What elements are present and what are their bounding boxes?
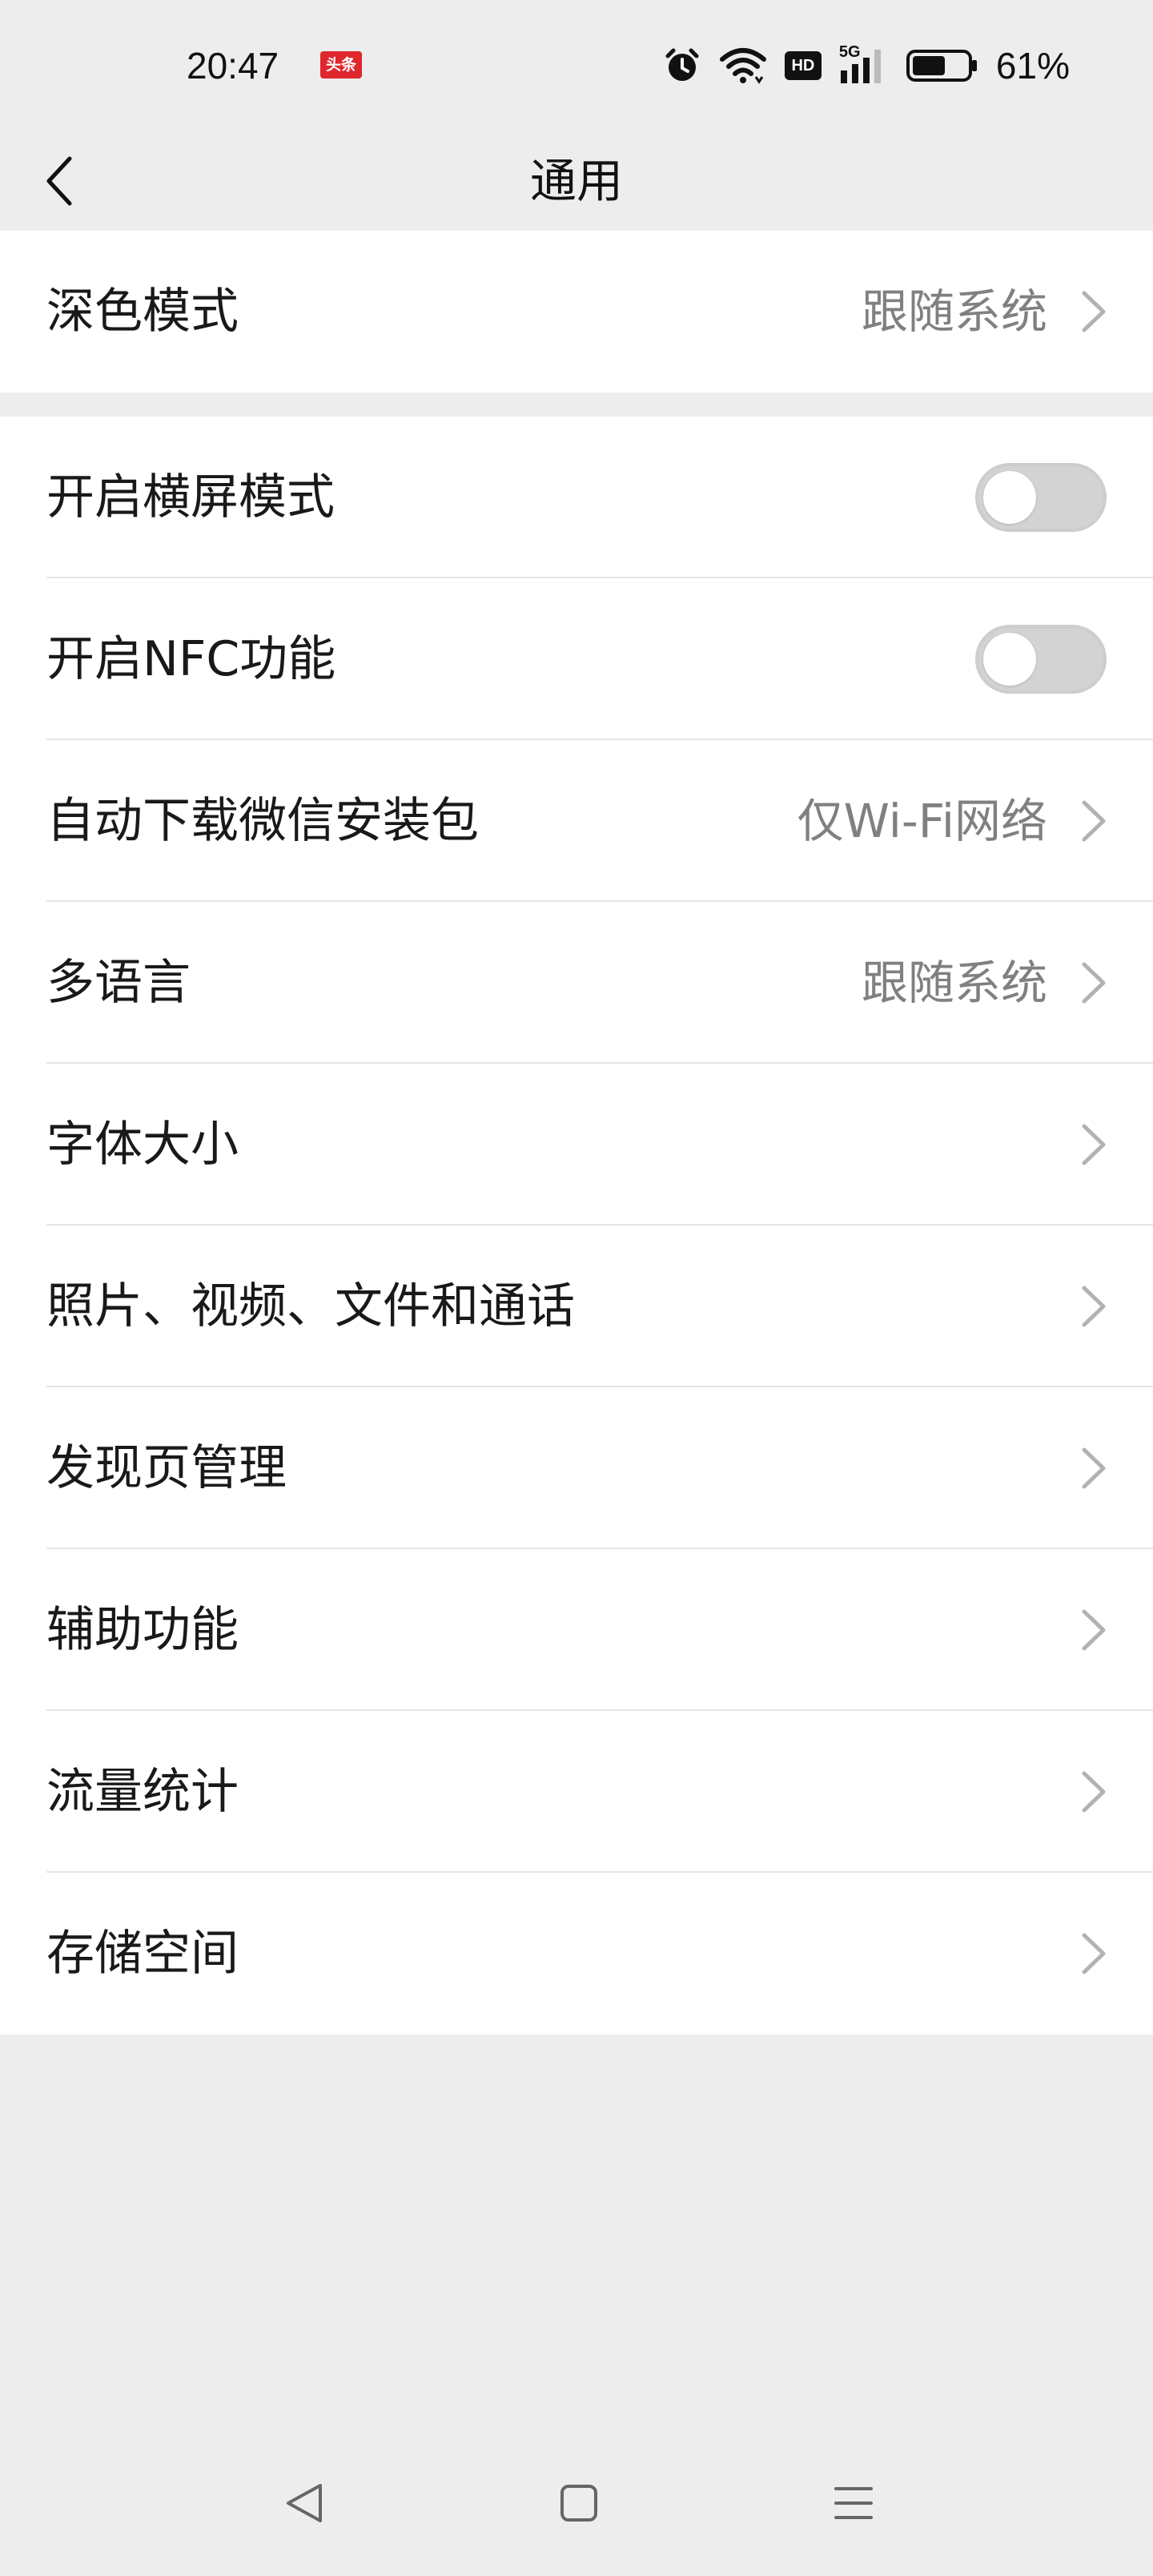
alarm-icon xyxy=(663,46,701,85)
toutiao-notification-badge: 头条 xyxy=(320,51,362,78)
settings-row-label: 深色模式 xyxy=(46,284,239,340)
settings-row-label: 开启NFC功能 xyxy=(46,631,336,687)
status-icons: HD 5G 61% xyxy=(663,42,1070,90)
chevron-right-icon xyxy=(1082,800,1106,842)
hd-icon: HD xyxy=(784,51,822,80)
home-square-icon xyxy=(560,2485,597,2522)
settings-row[interactable]: 开启NFC功能 xyxy=(0,578,1153,740)
chevron-right-icon xyxy=(1082,291,1106,332)
toggle-switch[interactable] xyxy=(975,625,1107,694)
settings-row-label: 辅助功能 xyxy=(46,1602,239,1658)
settings-row-label: 发现页管理 xyxy=(46,1440,287,1496)
settings-row-label: 存储空间 xyxy=(46,1926,239,1982)
settings-row[interactable]: 发现页管理 xyxy=(0,1387,1153,1549)
system-menu-button[interactable] xyxy=(822,2471,886,2535)
system-back-button[interactable] xyxy=(272,2471,336,2535)
settings-row[interactable]: 开启横屏模式 xyxy=(0,417,1153,578)
toggle-switch[interactable] xyxy=(975,463,1107,532)
settings-row[interactable]: 字体大小 xyxy=(0,1064,1153,1226)
settings-row-value: 跟随系统 xyxy=(861,956,1047,1010)
settings-row-label: 字体大小 xyxy=(46,1117,239,1173)
system-navigation-bar xyxy=(0,2451,1153,2555)
nav-bar: 通用 xyxy=(0,131,1153,231)
system-home-button[interactable] xyxy=(547,2471,611,2535)
settings-row[interactable]: 多语言 跟随系统 xyxy=(0,902,1153,1064)
settings-row-label: 流量统计 xyxy=(46,1764,239,1820)
status-bar: 20:47 头条 HD 5G 61% xyxy=(0,0,1153,131)
chevron-right-icon xyxy=(1082,1933,1106,1974)
settings-row[interactable]: 深色模式 跟随系统 xyxy=(0,231,1153,392)
menu-lines-icon xyxy=(834,2487,873,2519)
toggle-knob xyxy=(983,471,1036,524)
settings-row[interactable]: 照片、视频、文件和通话 xyxy=(0,1226,1153,1387)
back-button[interactable] xyxy=(32,152,88,210)
settings-section-general: 开启横屏模式 开启NFC功能自动下载微信安装包 仅Wi-Fi网络多语言 跟随系统字体大… xyxy=(0,417,1153,2035)
chevron-right-icon xyxy=(1082,962,1106,1004)
chevron-right-icon xyxy=(1082,1286,1106,1327)
back-triangle-icon xyxy=(287,2484,322,2522)
settings-row-value: 仅Wi-Fi网络 xyxy=(797,794,1047,848)
toggle-knob xyxy=(983,633,1036,686)
settings-row-label: 自动下载微信安装包 xyxy=(46,793,479,849)
5g-signal-icon: 5G xyxy=(839,43,889,85)
chevron-right-icon xyxy=(1082,1771,1106,1813)
settings-row-label: 照片、视频、文件和通话 xyxy=(46,1278,575,1334)
chevron-right-icon xyxy=(1082,1124,1106,1165)
settings-row[interactable]: 辅助功能 xyxy=(0,1549,1153,1711)
settings-row-label: 开启横屏模式 xyxy=(46,469,335,525)
settings-row[interactable]: 存储空间 xyxy=(0,1873,1153,2035)
wifi-icon xyxy=(719,46,767,85)
settings-row[interactable]: 流量统计 xyxy=(0,1711,1153,1873)
settings-row-label: 多语言 xyxy=(46,955,191,1011)
status-time: 20:47 xyxy=(187,45,279,87)
battery-percent: 61% xyxy=(995,45,1070,87)
chevron-right-icon xyxy=(1082,1447,1106,1489)
page-title: 通用 xyxy=(529,154,623,208)
settings-row-value: 跟随系统 xyxy=(861,284,1047,339)
chevron-right-icon xyxy=(1082,1609,1106,1651)
settings-row[interactable]: 自动下载微信安装包 仅Wi-Fi网络 xyxy=(0,740,1153,902)
battery-icon xyxy=(906,48,978,83)
back-chevron-icon xyxy=(46,156,72,206)
settings-section-display: 深色模式 跟随系统 xyxy=(0,231,1153,392)
